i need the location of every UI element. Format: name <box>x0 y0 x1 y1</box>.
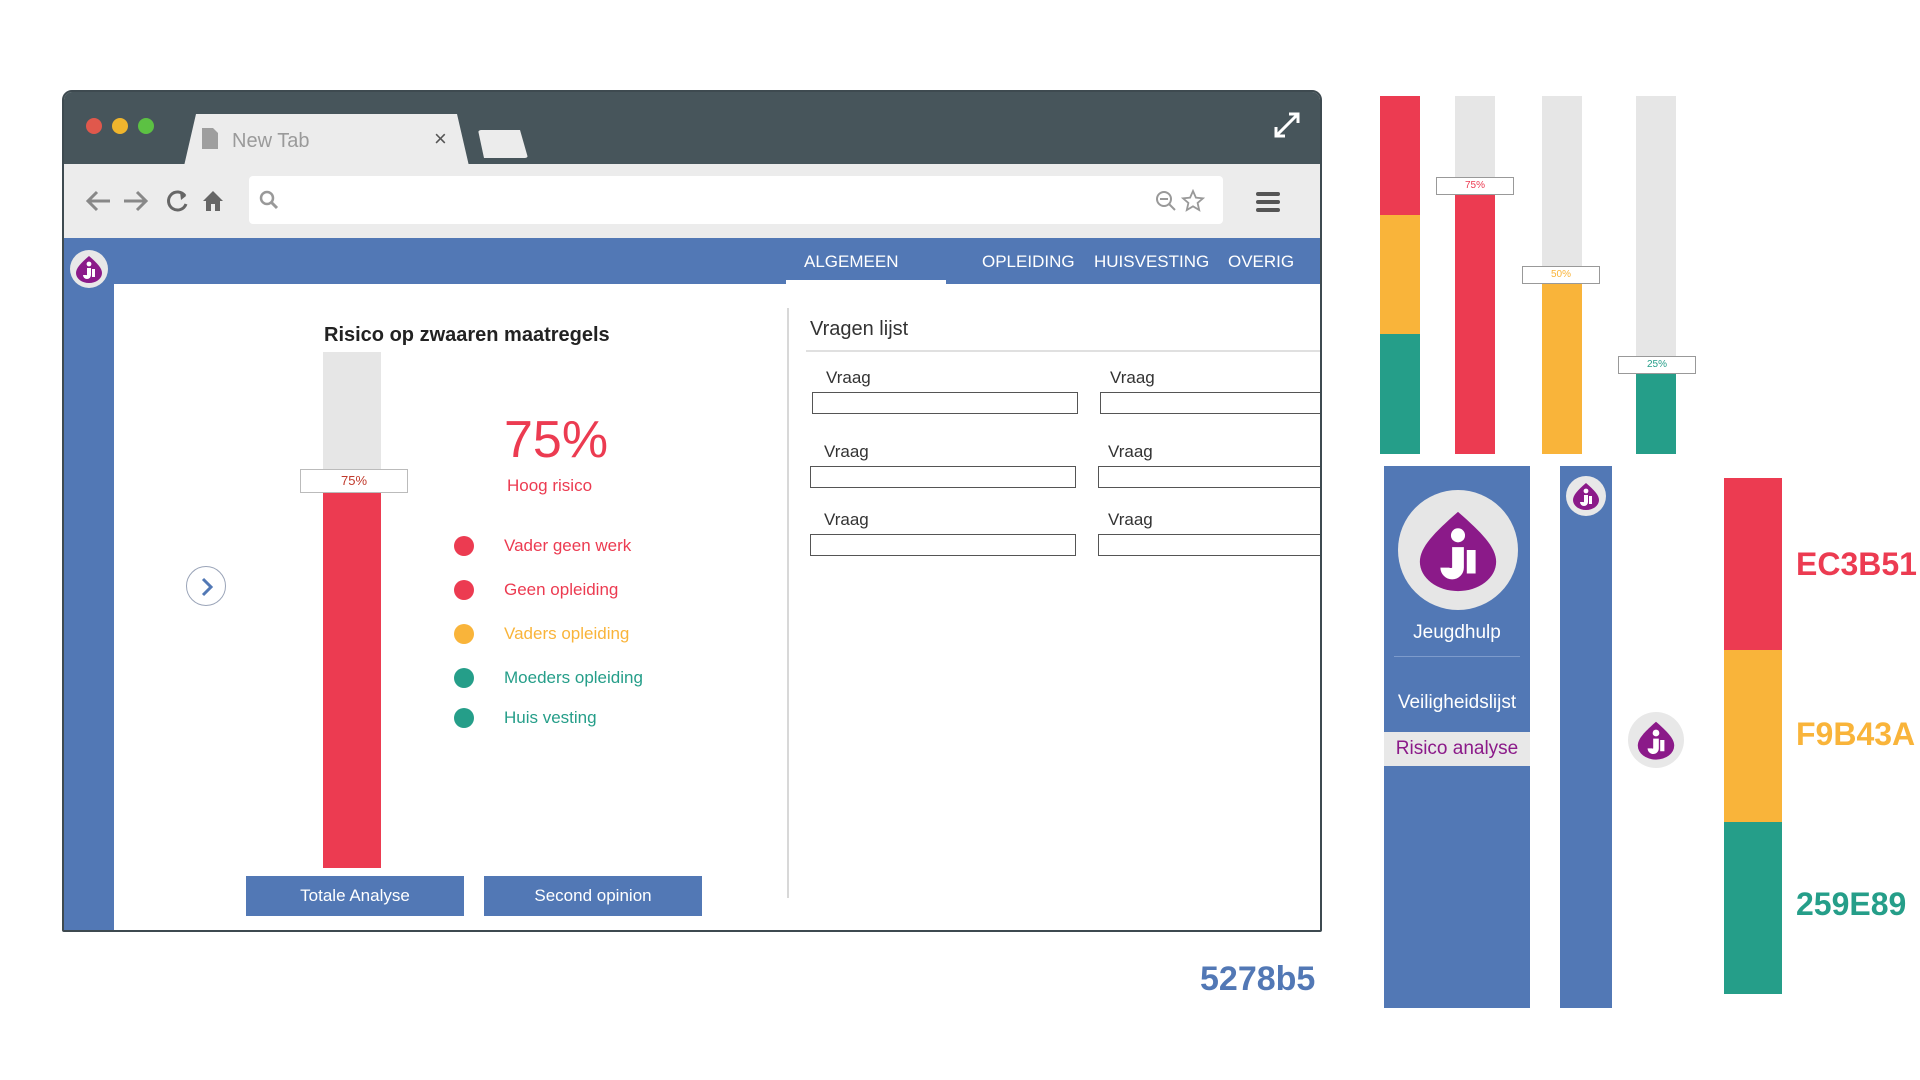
logo-icon <box>1573 483 1599 510</box>
question-label: Vraag <box>824 442 869 461</box>
question-label: Vraag <box>826 368 871 387</box>
tab-opleiding[interactable]: OPLEIDING <box>982 252 1075 272</box>
sidebar-separator <box>1394 656 1520 657</box>
browser-window: New Tab × ALGEMEEN OPLEIDING HUISVESTING… <box>62 90 1322 932</box>
questions-title-rule <box>806 350 1320 352</box>
main-content: Risico op zwaaren maatregels 75% 75% Hoo… <box>114 284 1320 930</box>
maximize-window-dot[interactable] <box>138 118 154 134</box>
question-label: Vraag <box>1108 510 1153 529</box>
next-button[interactable] <box>186 566 226 606</box>
swatch-red <box>1724 478 1782 650</box>
tricolor-orange <box>1380 215 1420 335</box>
browser-titlebar: New Tab × <box>64 92 1320 166</box>
tab-huisvesting[interactable]: HUISVESTING <box>1094 252 1209 272</box>
swatch-red-hex: EC3B51 <box>1796 546 1917 582</box>
question-input[interactable] <box>810 466 1076 488</box>
url-input[interactable] <box>289 186 1109 214</box>
tricolor-bar <box>1380 96 1420 454</box>
close-window-dot[interactable] <box>86 118 102 134</box>
new-tab-button[interactable] <box>478 130 528 158</box>
back-arrow-icon[interactable] <box>84 188 112 214</box>
second-opinion-button[interactable]: Second opinion <box>484 876 702 916</box>
question-label: Vraag <box>1110 368 1155 387</box>
questions-title: Vragen lijst <box>810 318 909 340</box>
expanded-sidebar: Jeugdhulp Veiligheidslijst Risico analys… <box>1384 466 1530 1008</box>
legend-dot <box>454 536 474 556</box>
risk-bar-fill <box>323 481 381 868</box>
app-sidebar <box>64 238 114 930</box>
swatch-orange <box>1724 650 1782 822</box>
address-bar[interactable] <box>249 176 1223 224</box>
jeugdhulp-logo-small[interactable] <box>1566 476 1606 516</box>
question-label: Vraag <box>1108 442 1153 461</box>
question-input[interactable] <box>810 534 1076 556</box>
question-input[interactable] <box>1098 466 1320 488</box>
sidebar-item-risico-analyse[interactable]: Risico analyse <box>1384 732 1530 766</box>
chevron-right-icon <box>201 577 214 597</box>
column-divider <box>787 308 789 898</box>
zoom-out-icon[interactable] <box>1155 190 1177 212</box>
risk-title: Risico op zwaaren maatregels <box>324 324 610 346</box>
level-bar-label: 50% <box>1522 266 1600 284</box>
question-input[interactable] <box>812 392 1078 414</box>
minimize-window-dot[interactable] <box>112 118 128 134</box>
forward-arrow-icon[interactable] <box>122 188 150 214</box>
tab-close-icon[interactable]: × <box>434 126 447 152</box>
legend-dot <box>454 708 474 728</box>
level-bar-75 <box>1455 96 1495 454</box>
level-bar-fill <box>1542 275 1582 454</box>
sidebar-app-name: Jeugdhulp <box>1413 622 1501 643</box>
level-bar-fill <box>1455 185 1495 454</box>
primary-color-hex: 5278b5 <box>1200 960 1316 998</box>
level-bar-label: 25% <box>1618 355 1696 374</box>
jeugdhulp-logo-large <box>1398 490 1518 610</box>
legend-label: Vader geen werk <box>504 536 632 555</box>
home-icon[interactable] <box>200 188 226 214</box>
swatch-green-hex: 259E89 <box>1796 886 1907 922</box>
legend-dot <box>454 580 474 600</box>
star-icon[interactable] <box>1181 189 1205 213</box>
total-analysis-button[interactable]: Totale Analyse <box>246 876 464 916</box>
logo-icon <box>1419 511 1497 592</box>
risk-bar-label: 75% <box>300 469 408 493</box>
logo-icon <box>1637 721 1675 760</box>
collapsed-sidebar <box>1560 466 1612 1008</box>
browser-toolbar <box>64 164 1320 238</box>
swatch-orange-hex: F9B43A <box>1796 716 1916 752</box>
page-icon <box>202 128 218 149</box>
jeugdhulp-logo[interactable] <box>70 250 108 288</box>
legend-label: Vaders opleiding <box>504 624 630 643</box>
question-label: Vraag <box>824 510 869 529</box>
legend-label: Geen opleiding <box>504 580 619 599</box>
sidebar-item-veiligheidslijst[interactable]: Veiligheidslijst <box>1384 692 1530 714</box>
tricolor-green <box>1380 334 1420 454</box>
jeugdhulp-logo-standalone <box>1628 712 1684 768</box>
menu-icon[interactable] <box>1256 192 1280 212</box>
risk-level: Hoog risico <box>507 476 593 495</box>
risk-percentage: 75% <box>504 411 609 469</box>
reload-icon[interactable] <box>164 188 190 214</box>
legend-label: Huis vesting <box>504 708 597 727</box>
tab-overig[interactable]: OVERIG <box>1228 252 1294 272</box>
fullscreen-icon[interactable] <box>1272 110 1302 140</box>
top-navigation: ALGEMEEN OPLEIDING HUISVESTING OVERIG <box>114 238 1320 284</box>
tricolor-red <box>1380 96 1420 216</box>
question-input[interactable] <box>1100 392 1320 414</box>
browser-tab[interactable]: New Tab × <box>184 114 469 166</box>
legend-dot <box>454 668 474 688</box>
question-input[interactable] <box>1098 534 1320 556</box>
tab-title: New Tab <box>232 130 310 152</box>
swatch-green <box>1724 822 1782 994</box>
legend-label: Moeders opleiding <box>504 668 643 687</box>
logo-icon <box>76 256 102 283</box>
level-bar-25 <box>1636 96 1676 454</box>
legend-dot <box>454 624 474 644</box>
risk-bar <box>323 352 381 868</box>
level-bar-label: 75% <box>1436 176 1514 195</box>
tab-algemeen[interactable]: ALGEMEEN <box>804 252 898 272</box>
search-icon <box>259 190 279 210</box>
level-bar-fill <box>1636 364 1676 454</box>
